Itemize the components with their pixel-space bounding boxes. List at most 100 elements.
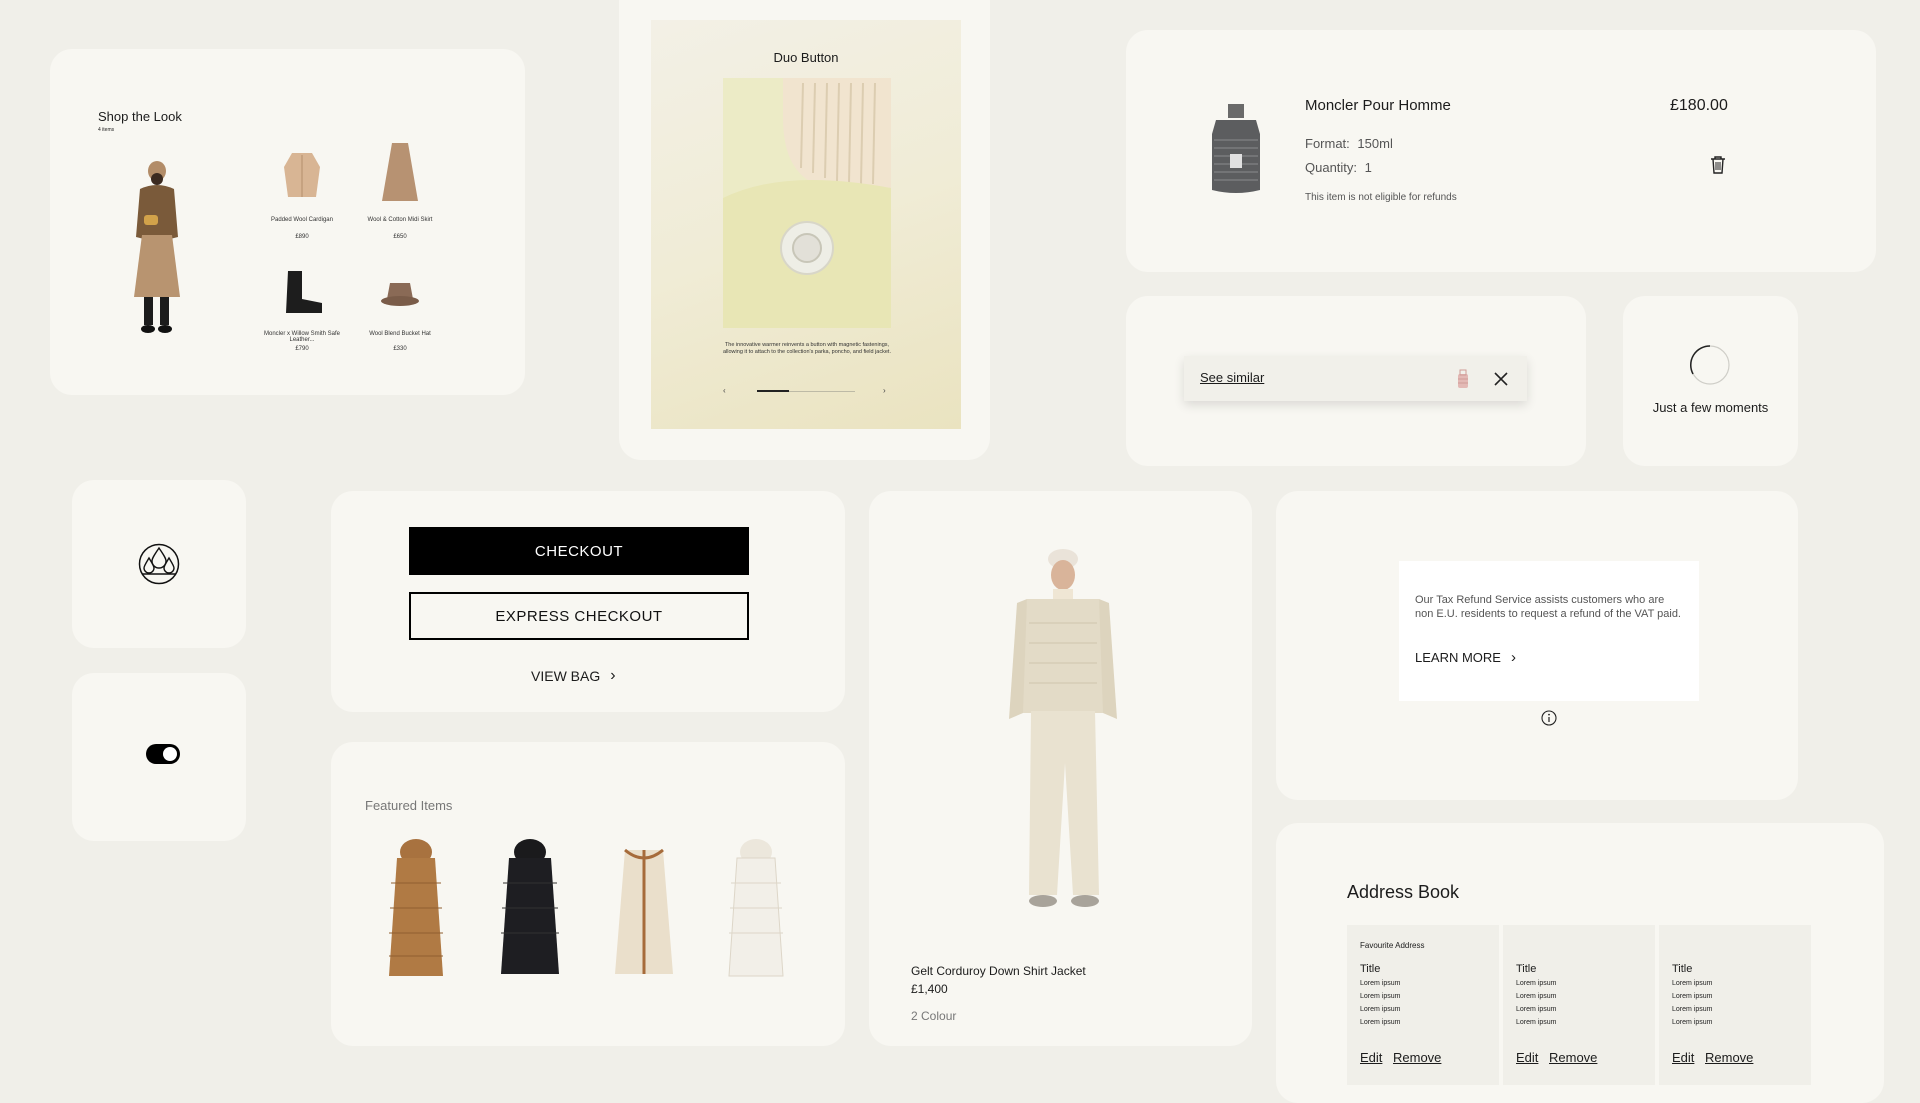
- cart-item-quantity: Quantity: 1: [1305, 160, 1372, 175]
- learn-more-label: LEARN MORE: [1415, 650, 1501, 665]
- remove-address-button[interactable]: Remove: [1705, 1050, 1753, 1065]
- address-line: Lorem ipsum: [1516, 1019, 1557, 1026]
- item-price: £890: [295, 234, 309, 240]
- quantity-value: 1: [1364, 160, 1372, 175]
- product-card: Gelt Corduroy Down Shirt Jacket £1,400 2…: [869, 491, 1252, 1046]
- address-line: Lorem ipsum: [1516, 1006, 1557, 1013]
- bag-thumbnail-icon: [1458, 369, 1468, 388]
- duo-button-panel: Duo Button The innovative warmer reinven…: [651, 20, 961, 429]
- cart-item-price: £180.00: [1670, 97, 1728, 114]
- favourite-badge: Favourite Address: [1360, 941, 1425, 950]
- address-line: Lorem ipsum: [1360, 1019, 1401, 1026]
- learn-more-link[interactable]: LEARN MORE ›: [1415, 649, 1516, 666]
- edit-address-button[interactable]: Edit: [1672, 1050, 1694, 1065]
- address-line: Lorem ipsum: [1360, 993, 1401, 1000]
- bucket-hat-image[interactable]: [380, 279, 420, 309]
- checkout-card: CHECKOUT EXPRESS CHECKOUT VIEW BAG ›: [331, 491, 845, 712]
- product-name[interactable]: Gelt Corduroy Down Shirt Jacket: [911, 964, 1086, 978]
- info-icon[interactable]: [1541, 710, 1557, 726]
- format-value: 150ml: [1357, 136, 1393, 151]
- see-similar-link[interactable]: See similar: [1200, 370, 1264, 385]
- trash-icon[interactable]: [1710, 156, 1726, 174]
- black-coat-image[interactable]: [497, 838, 563, 978]
- featured-items-card: Featured Items: [331, 742, 845, 1046]
- cart-item-format: Format: 150ml: [1305, 136, 1393, 151]
- address-column: Title Lorem ipsum Lorem ipsum Lorem ipsu…: [1503, 925, 1655, 1085]
- address-title: Title: [1360, 963, 1381, 975]
- duo-button-image[interactable]: [723, 78, 891, 328]
- perfume-bottle-image[interactable]: [1210, 104, 1262, 196]
- edit-address-button[interactable]: Edit: [1360, 1050, 1382, 1065]
- address-line: Lorem ipsum: [1516, 980, 1557, 987]
- boots-image[interactable]: [282, 269, 326, 315]
- remove-address-button[interactable]: Remove: [1393, 1050, 1441, 1065]
- address-line: Lorem ipsum: [1672, 980, 1713, 987]
- water-drops-icon: [138, 543, 180, 585]
- white-coat-image[interactable]: [725, 838, 787, 978]
- chevron-right-icon: ›: [883, 386, 886, 395]
- toggle-switch[interactable]: [146, 744, 180, 764]
- item-name: Padded Wool Cardigan: [271, 217, 333, 223]
- toggle-knob: [163, 747, 177, 761]
- view-bag-link[interactable]: VIEW BAG ›: [531, 667, 616, 685]
- chevron-right-icon: ›: [1510, 649, 1516, 666]
- address-line: Lorem ipsum: [1360, 980, 1401, 987]
- address-line: Lorem ipsum: [1516, 993, 1557, 1000]
- carousel-next-button[interactable]: ›: [883, 386, 886, 395]
- item-name: Moncler x Willow Smith Safe Leather...: [263, 331, 341, 343]
- model-image[interactable]: [122, 157, 192, 337]
- chevron-left-icon: ‹: [723, 386, 726, 395]
- spinner-icon: [1690, 345, 1730, 385]
- address-line: Lorem ipsum: [1672, 1019, 1713, 1026]
- chevron-right-icon: ›: [610, 667, 616, 684]
- close-icon[interactable]: [1494, 372, 1508, 386]
- carousel-progress-fill: [757, 390, 790, 392]
- see-similar-bar: See similar: [1184, 356, 1527, 401]
- duo-button-description: The innovative warmer reinvents a button…: [723, 342, 891, 356]
- cart-item-name[interactable]: Moncler Pour Homme: [1305, 97, 1451, 114]
- shop-the-look-card: Shop the Look 4 items Padded Wool Cardig…: [50, 49, 525, 395]
- item-name: Wool & Cotton Midi Skirt: [367, 217, 433, 223]
- camel-coat-image[interactable]: [385, 838, 447, 978]
- address-column: Title Lorem ipsum Lorem ipsum Lorem ipsu…: [1659, 925, 1811, 1085]
- tax-refund-text: Our Tax Refund Service assists customers…: [1415, 594, 1681, 620]
- address-line: Lorem ipsum: [1672, 993, 1713, 1000]
- tax-refund-tooltip: Our Tax Refund Service assists customers…: [1399, 561, 1699, 701]
- water-resistant-card: [72, 480, 246, 648]
- edit-address-button[interactable]: Edit: [1516, 1050, 1538, 1065]
- express-checkout-button[interactable]: EXPRESS CHECKOUT: [409, 592, 749, 640]
- product-colours: 2 Colour: [911, 1009, 957, 1023]
- address-title: Title: [1672, 963, 1693, 975]
- item-price: £650: [393, 234, 407, 240]
- item-price: £790: [295, 346, 309, 352]
- cardigan-image[interactable]: [282, 149, 322, 201]
- skirt-image[interactable]: [380, 141, 420, 203]
- featured-title: Featured Items: [365, 798, 453, 813]
- tax-refund-card: Our Tax Refund Service assists customers…: [1276, 491, 1798, 800]
- loader-card: Just a few moments: [1623, 296, 1798, 466]
- cart-item-card: Moncler Pour Homme £180.00 Format: 150ml…: [1126, 30, 1876, 272]
- address-title: Title: [1516, 963, 1537, 975]
- item-price: £330: [393, 346, 407, 352]
- carousel-prev-button[interactable]: ‹: [723, 386, 726, 395]
- view-bag-label: VIEW BAG: [531, 668, 601, 684]
- product-image[interactable]: [999, 543, 1129, 915]
- shop-the-look-count: 4 items: [98, 127, 115, 133]
- format-label: Format:: [1305, 136, 1350, 151]
- checkout-button[interactable]: CHECKOUT: [409, 527, 749, 575]
- address-line: Lorem ipsum: [1672, 1006, 1713, 1013]
- see-similar-card: See similar: [1126, 296, 1586, 466]
- remove-address-button[interactable]: Remove: [1549, 1050, 1597, 1065]
- shop-the-look-title: Shop the Look: [98, 109, 182, 124]
- product-price: £1,400: [911, 982, 948, 996]
- toggle-card: [72, 673, 246, 841]
- quantity-label: Quantity:: [1305, 160, 1358, 175]
- address-book-title: Address Book: [1347, 882, 1460, 902]
- address-line: Lorem ipsum: [1360, 1006, 1401, 1013]
- item-name: Wool Blend Bucket Hat: [369, 331, 431, 337]
- duo-button-title: Duo Button: [773, 50, 839, 65]
- duo-button-card: Duo Button The innovative warmer reinven…: [619, 0, 990, 460]
- loader-text: Just a few moments: [1652, 400, 1769, 415]
- refund-note: This item is not eligible for refunds: [1305, 192, 1457, 203]
- cream-coat-image[interactable]: [611, 846, 677, 976]
